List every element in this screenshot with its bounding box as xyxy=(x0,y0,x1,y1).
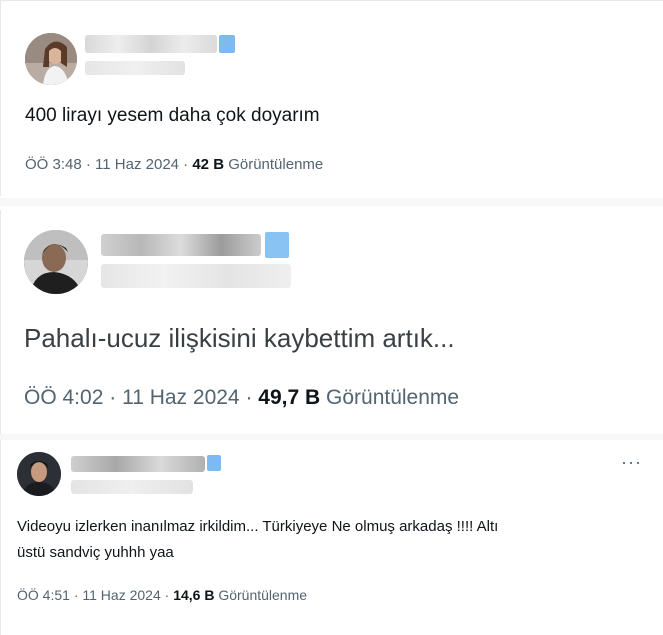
tweet-time[interactable]: ÖÖ 4:02 xyxy=(24,386,103,409)
tweet-date[interactable]: 11 Haz 2024 xyxy=(82,587,160,603)
more-options-icon[interactable]: ··· xyxy=(621,452,642,473)
tweet-meta: ÖÖ 4:51 · 11 Haz 2024 · 14,6 B Görüntüle… xyxy=(17,587,308,603)
tweet-card[interactable]: 400 lirayı yesem daha çok doyarım ÖÖ 3:4… xyxy=(0,0,663,196)
username-blurred[interactable] xyxy=(101,234,261,256)
verified-badge-icon xyxy=(219,35,235,53)
views-label: Görüntülenme xyxy=(326,386,460,409)
tweet-text: 400 lirayı yesem daha çok doyarım xyxy=(25,105,320,126)
woman-avatar-icon xyxy=(25,33,77,85)
view-count: 49,7 B xyxy=(258,386,321,409)
handle-blurred[interactable] xyxy=(71,480,193,494)
user-avatar[interactable] xyxy=(24,230,88,294)
verified-badge-icon xyxy=(265,232,289,258)
user-avatar[interactable] xyxy=(17,452,61,496)
username-blurred[interactable] xyxy=(71,456,205,472)
views-label: Görüntülenme xyxy=(218,587,308,603)
tweet-time[interactable]: ÖÖ 4:51 xyxy=(17,587,70,603)
divider xyxy=(0,198,663,206)
verified-badge-icon xyxy=(207,455,221,471)
tweet-text: Pahalı-ucuz ilişkisini kaybettim artık..… xyxy=(24,323,455,353)
handle-blurred[interactable] xyxy=(101,264,291,288)
tweet-meta: ÖÖ 4:02 · 11 Haz 2024 · 49,7 B Görüntüle… xyxy=(24,386,460,409)
username-blurred[interactable] xyxy=(85,35,217,53)
man-avatar-icon xyxy=(24,230,88,294)
tweet-date[interactable]: 11 Haz 2024 xyxy=(95,156,179,173)
views-label: Görüntülenme xyxy=(228,156,324,173)
tweet-date[interactable]: 11 Haz 2024 xyxy=(122,386,240,409)
tweet-meta: ÖÖ 3:48 · 11 Haz 2024 · 42 B Görüntülenm… xyxy=(25,156,324,173)
tweet-card[interactable]: ··· Videoyu izlerken inanılmaz irkildim.… xyxy=(0,440,663,635)
handle-blurred[interactable] xyxy=(85,61,185,75)
tweet-text-line1: Videoyu izlerken inanılmaz irkildim... T… xyxy=(17,518,499,535)
view-count: 14,6 B xyxy=(173,587,215,603)
man-avatar-icon xyxy=(17,452,61,496)
tweet-time[interactable]: ÖÖ 3:48 xyxy=(25,156,82,173)
user-avatar[interactable] xyxy=(25,33,77,85)
view-count: 42 B xyxy=(192,156,225,173)
tweet-card[interactable]: Pahalı-ucuz ilişkisini kaybettim artık..… xyxy=(0,210,663,434)
tweet-text-line2: üstü sandviç yuhhh yaa xyxy=(17,544,174,561)
